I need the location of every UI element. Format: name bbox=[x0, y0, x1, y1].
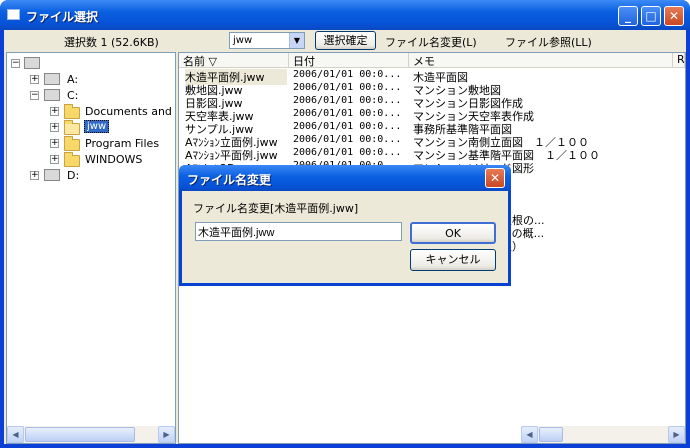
cell-date: 2006/01/01 00:0... bbox=[293, 95, 402, 106]
dialog-close-icon[interactable]: ✕ bbox=[485, 168, 505, 188]
folder-tree[interactable]: − + A: − C: + Documents and S + jww + Pr… bbox=[6, 52, 176, 444]
window-icon bbox=[7, 9, 20, 20]
tree-label: Documents and S bbox=[85, 105, 176, 118]
drive-icon bbox=[44, 169, 60, 181]
table-row[interactable]: 天空率表.jww 2006/01/01 00:0... マンション天空率表作成 bbox=[179, 108, 685, 123]
tree-node-windows[interactable]: + WINDOWS bbox=[7, 152, 175, 168]
folder-icon bbox=[64, 152, 80, 167]
expand-icon[interactable]: + bbox=[50, 139, 59, 148]
scrollbar-thumb[interactable] bbox=[539, 427, 563, 442]
tree-node-jww[interactable]: + jww bbox=[7, 120, 175, 136]
expand-icon[interactable]: + bbox=[50, 107, 59, 116]
computer-icon bbox=[24, 57, 40, 69]
cell-date: 2006/01/01 00:0... bbox=[293, 82, 402, 93]
cancel-button[interactable]: キャンセル bbox=[410, 249, 496, 271]
selection-count: 選択数 1 (52.6KB) bbox=[64, 36, 159, 49]
expand-icon[interactable]: + bbox=[30, 75, 39, 84]
filter-combo[interactable]: jww ▼ bbox=[229, 32, 305, 49]
scroll-left-icon[interactable]: ◀ bbox=[7, 426, 24, 443]
confirm-selection-button[interactable]: 選択確定 bbox=[315, 31, 376, 50]
tree-label: WINDOWS bbox=[85, 153, 143, 166]
cell-date: 2006/01/01 00:0... bbox=[293, 108, 402, 119]
expand-icon[interactable]: + bbox=[30, 171, 39, 180]
rename-dialog: ファイル名変更 ✕ ファイル名変更[木造平面例.jww] OK キャンセル bbox=[179, 165, 511, 286]
close-icon: ✕ bbox=[668, 9, 680, 23]
tree-label: Program Files bbox=[85, 137, 160, 150]
scroll-left-icon[interactable]: ◀ bbox=[521, 426, 538, 443]
tree-label: D: bbox=[67, 169, 80, 182]
maximize-icon: □ bbox=[645, 9, 657, 23]
tree-label-selected: jww bbox=[84, 120, 110, 133]
scroll-right-icon[interactable]: ▶ bbox=[668, 426, 685, 443]
minimize-button[interactable]: _ bbox=[618, 6, 638, 26]
collapse-icon[interactable]: − bbox=[11, 59, 20, 68]
cell-date: 2006/01/01 00:0... bbox=[293, 134, 402, 145]
column-header-date[interactable]: 日付 bbox=[289, 53, 409, 68]
dialog-title: ファイル名変更 bbox=[187, 173, 272, 187]
scroll-right-icon[interactable]: ▶ bbox=[158, 426, 175, 443]
cell-date: 2006/01/01 00:0... bbox=[293, 121, 402, 132]
dialog-title-bar[interactable]: ファイル名変更 ✕ bbox=[179, 165, 511, 191]
column-header-memo[interactable]: メモ bbox=[409, 53, 673, 68]
column-header-extra[interactable]: Re bbox=[673, 53, 685, 68]
drive-icon bbox=[44, 89, 60, 101]
tree-horizontal-scrollbar[interactable]: ◀ ▶ bbox=[7, 426, 175, 443]
tree-node-drive-d[interactable]: + D: bbox=[7, 168, 175, 184]
scrollbar-thumb[interactable] bbox=[25, 427, 135, 442]
close-button[interactable]: ✕ bbox=[664, 6, 684, 26]
toolbar: 選択数 1 (52.6KB) jww ▼ 選択確定 ファイル名変更(L) ファイ… bbox=[4, 30, 686, 52]
tree-node-program-files[interactable]: + Program Files bbox=[7, 136, 175, 152]
expand-icon[interactable]: + bbox=[50, 155, 59, 164]
filter-value: jww bbox=[233, 35, 253, 46]
folder-open-icon bbox=[64, 120, 80, 135]
table-row[interactable]: 敷地図.jww 2006/01/01 00:0... マンション敷地図 bbox=[179, 82, 685, 97]
folder-icon bbox=[64, 136, 80, 151]
chevron-down-icon[interactable]: ▼ bbox=[289, 33, 304, 48]
table-row[interactable]: 木造平面例.jww 2006/01/01 00:0... 木造平面図 bbox=[179, 69, 685, 85]
window-title: ファイル選択 bbox=[26, 10, 99, 24]
rename-file-button[interactable]: ファイル名変更(L) bbox=[385, 34, 477, 50]
minimize-icon: _ bbox=[625, 9, 631, 23]
tree-node-root[interactable]: − bbox=[7, 56, 175, 72]
browse-file-button[interactable]: ファイル参照(LL) bbox=[505, 34, 592, 50]
dialog-body: ファイル名変更[木造平面例.jww] OK キャンセル bbox=[182, 191, 508, 283]
table-row[interactable]: Aﾏﾝｼｮﾝ立面例.jww 2006/01/01 00:0... マンション南側立面… bbox=[179, 134, 685, 149]
collapse-icon[interactable]: − bbox=[30, 91, 39, 100]
table-row[interactable]: サンプル.jww 2006/01/01 00:0... 事務所基準階平面図 bbox=[179, 121, 685, 136]
expand-icon[interactable]: + bbox=[50, 123, 59, 132]
column-header-name[interactable]: 名前 ▽ bbox=[179, 53, 289, 68]
tree-label: C: bbox=[67, 89, 79, 102]
ok-button[interactable]: OK bbox=[410, 222, 496, 244]
tree-label: A: bbox=[67, 73, 79, 86]
list-horizontal-scrollbar[interactable]: ◀ ▶ bbox=[521, 426, 685, 443]
folder-icon bbox=[64, 104, 80, 119]
title-bar[interactable]: ファイル選択 _ □ ✕ bbox=[0, 0, 690, 30]
table-row[interactable]: Aﾏﾝｼｮﾝ平面例.jww 2006/01/01 00:0... マンション基準階平… bbox=[179, 147, 685, 162]
table-row[interactable]: 日影図.jww 2006/01/01 00:0... マンション日影図作成 bbox=[179, 95, 685, 110]
tree-node-documents[interactable]: + Documents and S bbox=[7, 104, 175, 120]
new-filename-input[interactable] bbox=[195, 222, 402, 241]
cell-date: 2006/01/01 00:0... bbox=[293, 147, 402, 158]
tree-node-drive-c[interactable]: − C: bbox=[7, 88, 175, 104]
rename-label: ファイル名変更[木造平面例.jww] bbox=[193, 202, 359, 215]
tree-node-drive-a[interactable]: + A: bbox=[7, 72, 175, 88]
cell-date: 2006/01/01 00:0... bbox=[293, 69, 402, 80]
maximize-button[interactable]: □ bbox=[641, 6, 661, 26]
drive-icon bbox=[44, 73, 60, 85]
